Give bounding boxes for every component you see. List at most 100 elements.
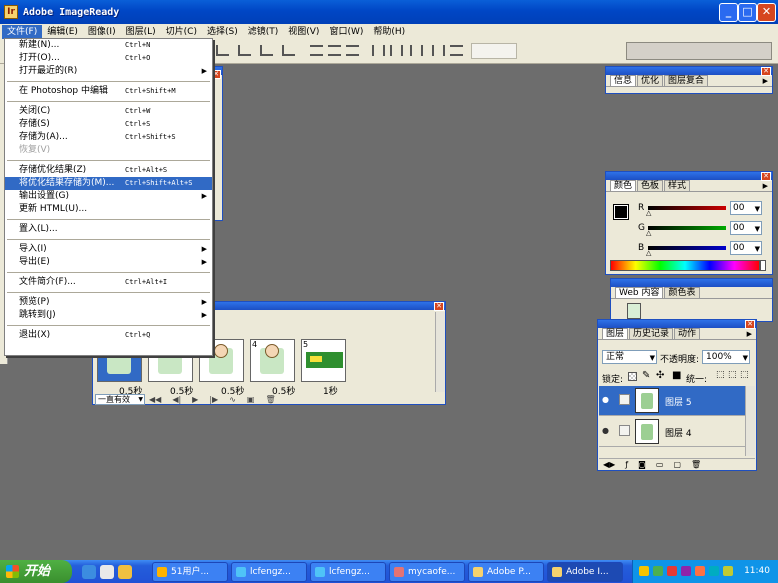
file-menu-item[interactable]: 存储为(A)... Ctrl+Shift+S (5, 131, 212, 144)
blend-mode-select[interactable]: 正常 ▼ (602, 350, 657, 364)
first-frame-icon[interactable]: ◀◀ (149, 394, 161, 405)
tray-icon-1[interactable] (639, 566, 649, 576)
maximize-button[interactable]: □ (738, 3, 757, 22)
tab-info-panel-2[interactable]: 图层复合 (664, 75, 709, 86)
file-menu-item[interactable]: 跳转到(J) ▶ (5, 309, 212, 322)
tab-web-panel-1[interactable]: 颜色表 (664, 287, 700, 298)
tray-icon-4[interactable] (681, 566, 691, 576)
distribute-left-icon[interactable] (372, 45, 385, 56)
tab-layers-panel-1[interactable]: 历史记录 (629, 328, 674, 339)
delete-layer-icon[interactable]: 🗑 (691, 459, 701, 470)
prev-layer-icon[interactable]: ◀▶ (603, 459, 615, 470)
file-menu-item[interactable]: 在 Photoshop 中编辑 Ctrl+Shift+M (5, 85, 212, 98)
tab-color-panel-0[interactable]: 颜色 (610, 180, 637, 191)
frame-delay[interactable]: 1秒 (323, 384, 338, 397)
tray-icon-7[interactable] (723, 566, 733, 576)
duplicate-frame-icon[interactable]: ▣ (247, 394, 255, 405)
layer-row[interactable]: ● 图层 5 (599, 386, 745, 416)
align-bottom-icon[interactable] (216, 45, 229, 56)
lock-all-icon[interactable]: ■ (672, 370, 681, 381)
tab-info-panel-0[interactable]: 信息 (610, 75, 637, 86)
distribute-right-icon[interactable] (410, 45, 423, 56)
info-panel-close-icon[interactable]: ✕ (761, 67, 771, 76)
layers-panel-close-icon[interactable]: ✕ (745, 320, 755, 329)
color-panel-close-icon[interactable]: ✕ (761, 172, 771, 181)
file-menu-item[interactable]: 打开(O)... Ctrl+O (5, 52, 212, 65)
folder-icon[interactable] (118, 565, 132, 579)
channel-slider-g[interactable] (648, 226, 726, 230)
file-menu-item[interactable]: 将优化结果存储为(M)... Ctrl+Shift+Alt+S (5, 177, 212, 190)
file-menu-item[interactable]: 文件简介(F)... Ctrl+Alt+I (5, 276, 212, 289)
distribute-hcenter-icon[interactable] (390, 45, 403, 56)
layer-mask-icon[interactable]: ◙ (638, 459, 646, 470)
layer-link-box[interactable] (619, 425, 630, 436)
minimize-button[interactable]: _ (719, 3, 738, 22)
prev-frame-icon[interactable]: ◀| (172, 394, 181, 405)
lock-move-icon[interactable]: ✣ (656, 370, 664, 381)
animation-scrollbar[interactable] (435, 312, 445, 392)
align-left-icon[interactable] (238, 45, 251, 56)
file-menu-item[interactable]: 预览(P) ▶ (5, 296, 212, 309)
unify-position-icon[interactable]: ⬚ (716, 370, 725, 380)
slider-thumb-icon[interactable]: △ (646, 229, 651, 237)
play-icon[interactable]: ▶ (192, 394, 198, 405)
file-menu-item[interactable]: 置入(L)... (5, 223, 212, 236)
channel-slider-r[interactable] (648, 206, 726, 210)
align-center-icon[interactable] (260, 45, 273, 56)
layer-style-icon[interactable]: ƒ (625, 459, 628, 470)
white-ramp[interactable] (760, 260, 766, 271)
tab-color-panel-1[interactable]: 色板 (637, 180, 664, 191)
color-ramp[interactable] (610, 260, 760, 271)
tray-icon-2[interactable] (653, 566, 663, 576)
file-menu-item[interactable]: 输出设置(G) ▶ (5, 190, 212, 203)
file-menu-item[interactable]: 退出(X) Ctrl+Q (5, 329, 212, 342)
channel-slider-b[interactable] (648, 246, 726, 250)
animation-panel-close-icon[interactable]: ✕ (434, 302, 444, 311)
distribute-bottom-icon[interactable] (346, 45, 359, 56)
tab-info-panel-1[interactable]: 优化 (637, 75, 664, 86)
layer-thumbnail[interactable] (635, 419, 659, 444)
menu-1[interactable]: 编辑(E) (42, 25, 83, 39)
imageready-app-icon[interactable]: Ir (4, 5, 18, 19)
opacity-select[interactable]: 100% ▼ (702, 350, 750, 364)
menu-5[interactable]: 选择(S) (202, 25, 243, 39)
panel-menu-icon[interactable]: ▶ (763, 77, 768, 85)
tray-icon-3[interactable] (667, 566, 677, 576)
taskbar-item[interactable]: Adobe P... (468, 562, 544, 582)
foreground-color-swatch[interactable] (613, 204, 629, 220)
close-button[interactable]: ✕ (757, 3, 776, 22)
options-dropdown[interactable] (471, 43, 517, 59)
taskbar-item[interactable]: mycaofe... (389, 562, 465, 582)
eye-icon[interactable]: ● (602, 426, 609, 435)
panel-menu-icon[interactable]: ▶ (747, 330, 752, 338)
distribute-width-icon[interactable] (432, 45, 445, 56)
unify-style-icon[interactable]: ⬚ (740, 370, 749, 380)
panel-menu-icon[interactable]: ▶ (763, 182, 768, 190)
menu-3[interactable]: 图层(L) (121, 25, 161, 39)
menu-8[interactable]: 窗口(W) (324, 25, 368, 39)
taskbar-item[interactable]: 51用户... (152, 562, 228, 582)
tray-icon-5[interactable] (695, 566, 705, 576)
web-thumbnail[interactable] (627, 303, 641, 319)
new-layer-icon[interactable]: ▢ (673, 459, 681, 470)
distribute-height-icon[interactable] (450, 45, 463, 56)
menu-6[interactable]: 滤镜(T) (243, 25, 284, 39)
layers-scrollbar[interactable] (745, 386, 755, 456)
channel-value-g[interactable]: 00 ▼ (730, 221, 762, 235)
animation-frame[interactable]: 5 (301, 339, 346, 382)
menu-7[interactable]: 视图(V) (283, 25, 324, 39)
file-menu-item[interactable]: 导入(I) ▶ (5, 243, 212, 256)
channel-value-b[interactable]: 00 ▼ (730, 241, 762, 255)
menu-4[interactable]: 切片(C) (161, 25, 202, 39)
delete-frame-icon[interactable]: 🗑 (265, 394, 275, 405)
channel-value-r[interactable]: 00 ▼ (730, 201, 762, 215)
slider-thumb-icon[interactable]: △ (646, 209, 651, 217)
new-set-icon[interactable]: ▭ (656, 459, 664, 470)
menu-0[interactable]: 文件(F) (2, 24, 43, 39)
ie-icon[interactable] (82, 565, 96, 579)
layer-row[interactable]: ● 图层 4 (599, 417, 745, 447)
menu-9[interactable]: 帮助(H) (368, 25, 410, 39)
tween-icon[interactable]: ∿ (229, 394, 236, 405)
layer-thumbnail[interactable] (635, 388, 659, 413)
tab-layers-panel-0[interactable]: 图层 (602, 328, 629, 339)
